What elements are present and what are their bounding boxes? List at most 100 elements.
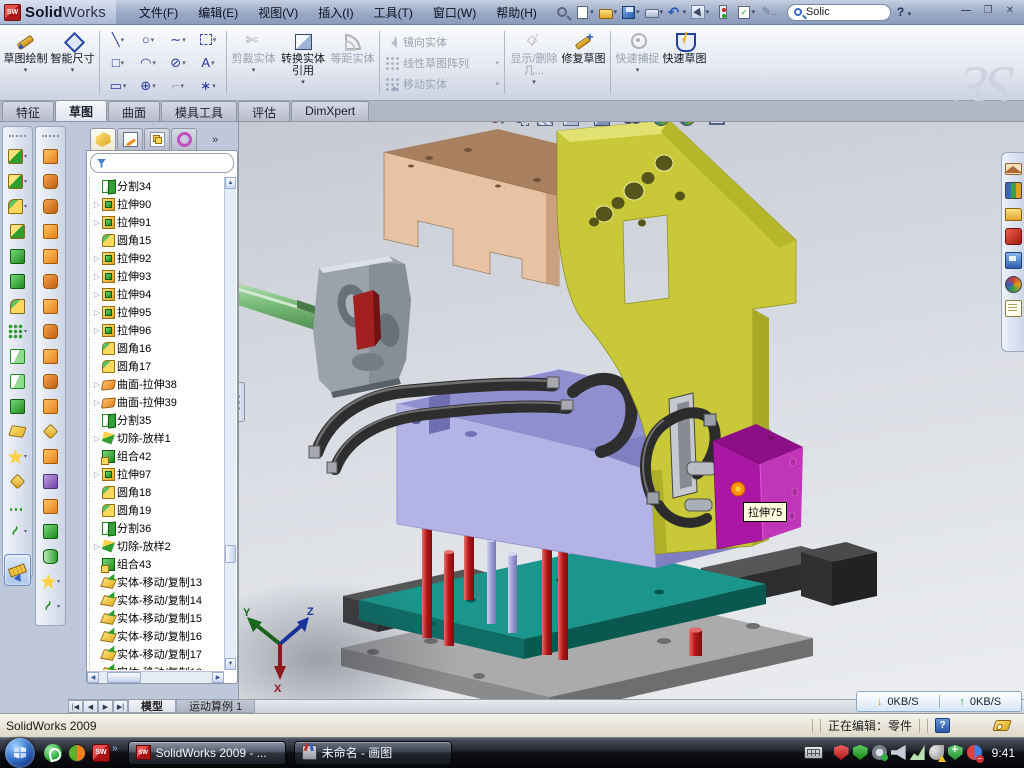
open-folder-icon[interactable]: ▾ xyxy=(598,3,618,21)
apply-scene-button[interactable] xyxy=(651,122,671,128)
edit-appearance-button[interactable]: ▾ xyxy=(677,122,702,128)
expand-arrow-icon[interactable]: ▷ xyxy=(92,434,102,443)
solidworks-resources-home-tab[interactable] xyxy=(1005,163,1022,175)
menu-item-5[interactable]: 窗口(W) xyxy=(424,1,485,24)
tree-item[interactable]: ▷ 拉伸97 xyxy=(89,465,224,483)
restore-button[interactable]: ❐ xyxy=(978,3,998,18)
tray-network-signal-icon[interactable] xyxy=(910,745,925,760)
hide-show-items-button[interactable]: ▾ xyxy=(622,122,645,127)
extend-surface-button[interactable] xyxy=(39,446,63,467)
graphics-viewport[interactable]: Y Z X ▾▾▾▾▾ —❐✕ 拉伸75 xyxy=(238,122,1024,699)
spline-tool[interactable]: ∼▾ xyxy=(163,28,193,51)
zoom-to-area-button[interactable] xyxy=(511,122,529,127)
configurationmanager-tab[interactable] xyxy=(144,128,170,150)
expand-arrow-icon[interactable]: ▷ xyxy=(92,254,102,263)
section-view-button[interactable] xyxy=(535,122,555,128)
scroll-up-arrow[interactable]: ▲ xyxy=(225,177,236,189)
tree-item[interactable]: 实体-移动/复制15 xyxy=(89,609,224,627)
ellipse-tool[interactable]: ⊘▾ xyxy=(163,51,193,74)
tree-item[interactable]: ▷ 拉伸91 xyxy=(89,213,224,231)
tab-nav-prev-button[interactable]: ◀ xyxy=(83,700,98,713)
menu-item-1[interactable]: 编辑(E) xyxy=(189,1,247,24)
print-icon[interactable]: ▾ xyxy=(644,3,664,21)
tray-sync-blue-red-icon[interactable] xyxy=(967,745,982,760)
smart-dimension-button[interactable]: 智能尺寸▾ xyxy=(49,27,96,98)
expand-arrow-icon[interactable]: ▷ xyxy=(92,542,102,551)
chamfer-button[interactable] xyxy=(6,221,30,242)
taskbar-clock[interactable]: 9:41 xyxy=(992,746,1015,760)
tree-item[interactable]: 组合43 xyxy=(89,555,224,573)
tree-item[interactable]: ▷ 拉伸92 xyxy=(89,249,224,267)
cut-with-surface-button[interactable] xyxy=(39,421,63,442)
curves-button[interactable]: ▾ xyxy=(6,521,30,542)
tree-item[interactable]: ▷ 拉伸94 xyxy=(89,285,224,303)
tab-nav-first-button[interactable]: |◀ xyxy=(68,700,83,713)
straight-slot-tool[interactable]: ▭▾ xyxy=(103,74,133,97)
view-palette-tab[interactable] xyxy=(1005,252,1022,269)
scroll-down-arrow[interactable]: ▼ xyxy=(225,658,236,670)
quick-tips-help-icon[interactable]: ? xyxy=(935,718,950,733)
tree-vertical-scrollbar[interactable]: ▲ ▼ xyxy=(224,177,236,670)
pin-icon[interactable] xyxy=(552,3,572,21)
tray-update-gear-icon[interactable] xyxy=(872,745,887,760)
view-tab-运动算例 1[interactable]: 运动算例 1 xyxy=(176,700,255,713)
clamp-block-right[interactable] xyxy=(801,542,877,606)
tree-item[interactable]: 分割36 xyxy=(89,519,224,537)
tree-item[interactable]: ▷ 拉伸93 xyxy=(89,267,224,285)
scroll-right-arrow[interactable]: ▶ xyxy=(212,672,224,683)
panel-splitter-handle[interactable] xyxy=(238,382,245,422)
close-button[interactable]: ✕ xyxy=(1000,3,1020,18)
extruded-boss-button[interactable]: ▾ xyxy=(6,146,30,167)
menu-item-3[interactable]: 插入(I) xyxy=(309,1,362,24)
boundary-surface-button[interactable] xyxy=(39,246,63,267)
offset-surface-button[interactable] xyxy=(39,321,63,342)
new-document-icon[interactable]: ▾ xyxy=(575,3,595,21)
tree-item[interactable]: 实体-移动/复制13 xyxy=(89,573,224,591)
rapid-sketch-button[interactable]: 快速草图 xyxy=(661,27,708,98)
dimxpertmanager-tab[interactable] xyxy=(171,128,197,150)
expand-arrow-icon[interactable]: ▷ xyxy=(92,470,102,479)
shell-button[interactable] xyxy=(6,246,30,267)
perimeter-circle-tool[interactable]: ⊕▾ xyxy=(133,74,163,97)
sketch-text-tool[interactable]: A▾ xyxy=(193,51,223,74)
command-tab-特征[interactable]: 特征 xyxy=(2,101,54,121)
linear-pattern-button[interactable]: ▾ xyxy=(6,321,30,342)
tree-item[interactable]: ▷ 拉伸96 xyxy=(89,321,224,339)
options-checklist-icon[interactable]: ▾ xyxy=(736,3,756,21)
tree-item[interactable]: ▷ 切除-放样2 xyxy=(89,537,224,555)
hscroll-thumb[interactable] xyxy=(107,672,141,683)
reference-geometry-button[interactable]: ▾ xyxy=(39,571,63,592)
fillet-button[interactable]: ▾ xyxy=(6,196,30,217)
nozzle-block-gray[interactable] xyxy=(239,256,411,398)
tree-item[interactable]: 圆角18 xyxy=(89,483,224,501)
curves-button[interactable]: ▾ xyxy=(39,596,63,617)
untrim-surface-button[interactable] xyxy=(39,496,63,517)
draft-button[interactable] xyxy=(6,271,30,292)
expand-arrow-icon[interactable]: ▷ xyxy=(92,218,102,227)
tray-antivirus-green-shield-icon[interactable] xyxy=(853,745,868,760)
document-minimize-button[interactable]: — xyxy=(947,122,966,125)
quicklaunch-solidworks-icon[interactable]: SW xyxy=(92,744,110,762)
expand-arrow-icon[interactable]: ▷ xyxy=(92,326,102,335)
design-library-tab[interactable] xyxy=(1005,182,1022,199)
sprue-pin-short[interactable] xyxy=(689,627,702,656)
save-disk-icon[interactable]: ▾ xyxy=(621,3,641,21)
save-bodies-button[interactable] xyxy=(6,371,30,392)
command-tab-模具工具[interactable]: 模具工具 xyxy=(161,101,237,121)
help-button[interactable]: ? ▾ xyxy=(897,5,911,19)
delete-face-button[interactable] xyxy=(39,521,63,542)
tree-item[interactable]: 实体-移动/复制18 xyxy=(89,663,224,670)
tree-item[interactable]: 分割34 xyxy=(89,177,224,195)
start-button-orb[interactable] xyxy=(5,738,35,768)
tree-item[interactable]: 圆角19 xyxy=(89,501,224,519)
plane-button[interactable] xyxy=(6,471,30,492)
taskbar-window-sw[interactable]: SWSolidWorks 2009 - ... xyxy=(128,741,286,765)
instant3d-button-pressed[interactable] xyxy=(4,554,31,586)
tree-item[interactable]: 圆角16 xyxy=(89,339,224,357)
filled-surface-button[interactable] xyxy=(39,271,63,292)
language-keyboard-icon[interactable] xyxy=(804,746,823,759)
file-explorer-tab[interactable] xyxy=(1005,208,1022,221)
centerpoint-arc-tool[interactable]: ◠▾ xyxy=(133,51,163,74)
command-tab-曲面[interactable]: 曲面 xyxy=(108,101,160,121)
document-restore-button[interactable]: ❐ xyxy=(972,122,991,125)
